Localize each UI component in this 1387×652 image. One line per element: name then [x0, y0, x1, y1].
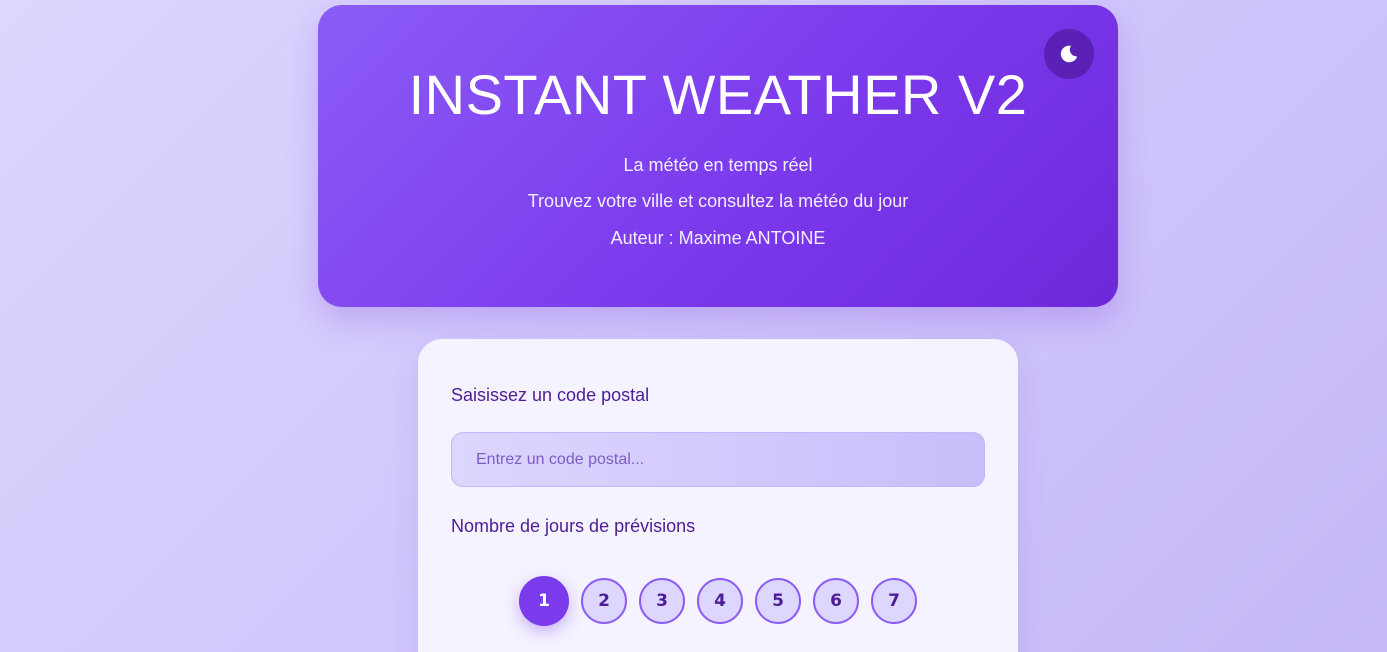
moon-icon: [1060, 45, 1078, 63]
postal-code-label: Saisissez un code postal: [451, 385, 650, 405]
day-option-2[interactable]: 2: [581, 578, 627, 624]
search-form-card: Saisissez un code postal Nombre de jours…: [418, 339, 1018, 652]
author-credit: Auteur : Maxime ANTOINE: [610, 228, 826, 248]
forecast-days-selector: 1 2 3 4 5 6 7: [418, 576, 1018, 626]
day-option-3[interactable]: 3: [639, 578, 685, 624]
day-option-5[interactable]: 5: [755, 578, 801, 624]
tagline: La météo en temps réel: [623, 155, 813, 175]
description: Trouvez votre ville et consultez la mété…: [527, 191, 909, 211]
header-card: INSTANT WEATHER V2 La météo en temps rée…: [318, 5, 1118, 307]
forecast-days-label: Nombre de jours de prévisions: [451, 516, 696, 536]
app-title: INSTANT WEATHER V2: [408, 63, 1028, 126]
postal-code-input[interactable]: [451, 432, 985, 487]
day-option-4[interactable]: 4: [697, 578, 743, 624]
day-option-7[interactable]: 7: [871, 578, 917, 624]
day-option-6[interactable]: 6: [813, 578, 859, 624]
day-option-1[interactable]: 1: [519, 576, 569, 626]
